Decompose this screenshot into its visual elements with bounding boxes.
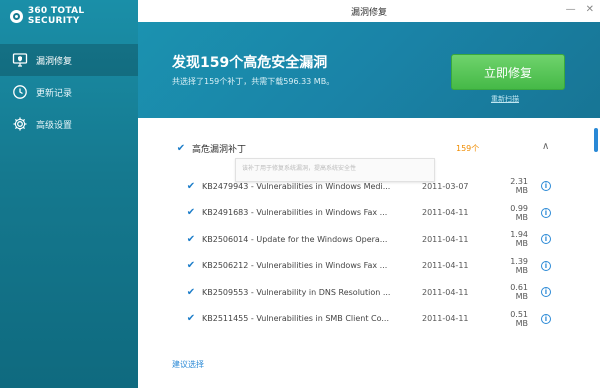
info-icon[interactable]: i [541, 313, 551, 324]
patch-date: 2011-04-11 [422, 314, 469, 324]
patch-size: 2.31 MB [510, 177, 528, 196]
check-icon[interactable]: ✔ [186, 181, 196, 192]
patch-name: KB2509553 - Vulnerability in DNS Resolut… [202, 287, 391, 297]
patch-name: KB2506014 - Update for the Windows Opera… [202, 234, 388, 244]
info-icon[interactable]: i [541, 234, 551, 245]
check-icon[interactable]: ✔ [186, 287, 196, 298]
patch-date: 2011-04-11 [422, 261, 469, 271]
patch-name: KB2491683 - Vulnerabilities in Windows F… [202, 208, 388, 218]
list-fade-overlay [138, 326, 600, 356]
check-icon[interactable]: ✔ [186, 234, 196, 245]
app-window: 360 TOTAL SECURITY 漏洞修复 更新记录 高级设置 漏洞修复 —… [0, 0, 600, 388]
rescan-link[interactable]: 重新扫描 [491, 94, 519, 104]
info-icon[interactable]: i [541, 260, 551, 271]
logo-icon [10, 9, 23, 23]
patch-name: KB2506212 - Vulnerabilities in Windows F… [202, 261, 388, 271]
table-row[interactable]: ✔ KB2506014 - Update for the Windows Ope… [186, 226, 556, 253]
table-row[interactable]: ✔ KB2491683 - Vulnerabilities in Windows… [186, 200, 556, 227]
collapse-chevron-icon[interactable]: ∧ [542, 141, 549, 152]
patch-group-count: 159个 [456, 143, 480, 153]
patch-date: 2011-04-11 [422, 234, 469, 244]
gear-icon [12, 116, 28, 132]
sidebar-item-advanced-settings[interactable]: 高级设置 [0, 108, 138, 140]
patch-name: KB2479943 - Vulnerabilities in Windows M… [202, 181, 391, 191]
patch-date: 2011-04-11 [422, 208, 469, 218]
sidebar-item-vuln-fix[interactable]: 漏洞修复 [0, 44, 138, 76]
info-icon[interactable]: i [541, 287, 551, 298]
brand-name: 360 TOTAL SECURITY [27, 6, 85, 26]
brand-logo: 360 TOTAL SECURITY [10, 6, 138, 26]
vuln-summary-subtitle: 共选择了159个补丁，共需下载596.33 MB。 [172, 77, 335, 86]
monitor-shield-icon [12, 52, 28, 68]
sidebar-item-label: 漏洞修复 [36, 56, 73, 67]
check-icon[interactable]: ✔ [186, 313, 196, 324]
suggested-selection-link[interactable]: 建议选择 [172, 359, 204, 370]
patch-size: 0.99 MB [510, 203, 528, 222]
patch-size: 1.94 MB [510, 230, 528, 249]
patch-list-area: ✔ 高危漏洞补丁 159个 ∧ 该补丁用于修复系统漏洞，提高系统安全性 ✔ KB… [138, 118, 600, 388]
patch-date: 2011-03-07 [422, 181, 469, 191]
patch-group-header[interactable]: ✔ 高危漏洞补丁 159个 ∧ [176, 138, 556, 158]
fix-now-button[interactable]: 立即修复 [451, 54, 565, 90]
window-title: 漏洞修复 [350, 8, 387, 18]
scrollbar[interactable] [594, 128, 598, 152]
patch-group-label: 高危漏洞补丁 [192, 144, 247, 155]
minimize-button[interactable]: — [566, 4, 576, 15]
check-icon[interactable]: ✔ [186, 260, 196, 271]
table-row[interactable]: ✔ KB2506212 - Vulnerabilities in Windows… [186, 253, 556, 280]
scan-summary-banner: 发现159个高危安全漏洞 共选择了159个补丁，共需下载596.33 MB。 立… [138, 22, 600, 118]
sidebar: 360 TOTAL SECURITY 漏洞修复 更新记录 高级设置 [0, 0, 138, 388]
table-row[interactable]: ✔ KB2509553 - Vulnerability in DNS Resol… [186, 279, 556, 306]
sidebar-nav: 漏洞修复 更新记录 高级设置 [0, 44, 138, 140]
vuln-summary-title: 发现159个高危安全漏洞 [172, 55, 328, 71]
patch-size: 0.61 MB [510, 283, 528, 302]
main-panel: 漏洞修复 — ✕ 发现159个高危安全漏洞 共选择了159个补丁，共需下载596… [138, 0, 600, 388]
info-icon[interactable]: i [541, 181, 551, 192]
patch-date: 2011-04-11 [422, 287, 469, 297]
check-icon[interactable]: ✔ [176, 143, 186, 154]
close-button[interactable]: ✕ [586, 4, 594, 15]
window-controls: — ✕ [566, 4, 594, 15]
sidebar-item-update-history[interactable]: 更新记录 [0, 76, 138, 108]
sidebar-item-label: 更新记录 [36, 88, 73, 99]
info-icon[interactable]: i [541, 207, 551, 218]
clock-icon [12, 84, 28, 100]
check-icon[interactable]: ✔ [186, 207, 196, 218]
title-bar: 漏洞修复 — ✕ [138, 0, 600, 23]
patch-size: 1.39 MB [510, 256, 528, 275]
sidebar-item-label: 高级设置 [36, 120, 73, 131]
table-row[interactable]: ✔ KB2479943 - Vulnerabilities in Windows… [186, 173, 556, 200]
patch-rows: ✔ KB2479943 - Vulnerabilities in Windows… [186, 173, 556, 332]
patch-name: KB2511455 - Vulnerabilities in SMB Clien… [202, 314, 389, 324]
